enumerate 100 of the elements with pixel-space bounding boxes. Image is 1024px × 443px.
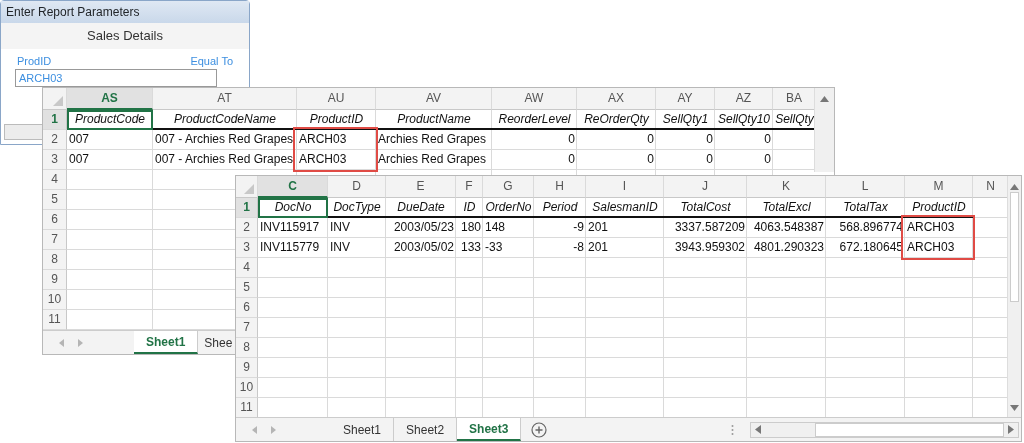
row-header[interactable]: 10 [43,290,67,310]
column-header[interactable]: AV [376,88,492,110]
window-title: Enter Report Parameters [1,1,249,23]
header-cell: Period [534,198,586,218]
vertical-scrollbar[interactable] [814,88,834,172]
table-cell-text: 4063.548387 [752,219,825,236]
row-header[interactable]: 6 [43,210,67,230]
input-field[interactable]: ARCH03 [15,69,217,87]
row-header[interactable]: 4 [43,170,67,190]
header-cell: ProductCodeName [153,110,297,130]
row-header[interactable]: 11 [236,398,258,417]
row-header[interactable]: 2 [43,130,67,150]
previous-sheet-icon[interactable] [252,425,257,434]
column-header[interactable]: AZ [715,88,773,110]
table-cell-text: 2003/05/23 [392,219,455,236]
row-header[interactable]: 1 [236,198,258,218]
table-cell-text: 2003/05/02 [392,239,455,256]
splitter-handle-icon[interactable] [731,423,734,436]
table-cell-text: 0 [763,151,772,168]
table-cell-text: 0 [705,131,714,148]
table-cell-text: 0 [567,131,576,148]
column-header[interactable]: G [483,176,534,198]
table-cell-text: 007 - Archies Red Grapes [154,131,295,148]
row-header[interactable]: 5 [236,278,258,298]
table-cell-text: 0 [705,151,714,168]
corner-cell[interactable] [236,176,258,198]
table-cell-text: 133 [459,239,482,256]
header-cell: OrderNo [483,198,534,218]
column-header[interactable]: AU [297,88,376,110]
row-header[interactable]: 5 [43,190,67,210]
previous-sheet-icon[interactable] [59,338,64,347]
row-header[interactable]: 10 [236,378,258,398]
row-header[interactable]: 7 [236,318,258,338]
row-header[interactable]: 1 [43,110,67,130]
operator-label: Equal To [190,53,233,69]
row-header[interactable]: 6 [236,298,258,318]
row-header[interactable]: 3 [236,238,258,258]
row-header[interactable]: 11 [43,310,67,330]
header-cell: ProductID [905,198,973,218]
table-cell-text: 0 [646,151,655,168]
row-header[interactable]: 9 [43,270,67,290]
row-header[interactable]: 4 [236,258,258,278]
header-cell: ProductName [376,110,492,130]
column-header[interactable]: C [258,176,328,198]
row-header[interactable]: 7 [43,230,67,250]
column-header[interactable]: I [586,176,664,198]
column-header[interactable]: AW [492,88,577,110]
corner-triangle-icon [244,184,254,194]
plus-circle-icon [531,421,548,438]
header-cell: TotalTax [826,198,905,218]
row-header[interactable]: 2 [236,218,258,238]
table-cell-text: 3943.959302 [673,239,746,256]
header-cell: ID [456,198,483,218]
column-header[interactable]: M [905,176,973,198]
table-cell-text: Archies Red Grapes [377,151,488,168]
column-header[interactable]: AX [577,88,656,110]
scroll-right-icon[interactable] [1008,425,1014,434]
table-cell-text: ARCH03 [906,219,956,236]
scroll-down-icon[interactable] [1010,405,1019,411]
row-header[interactable]: 9 [236,358,258,378]
table-cell-text: 568.896774 [838,219,904,236]
table-cell-text: 148 [484,219,507,236]
sheet-tab[interactable]: Sheet1 [331,418,395,441]
column-header[interactable]: AT [153,88,297,110]
column-header[interactable]: J [664,176,747,198]
sheet-tab[interactable]: Sheet1 [134,331,199,354]
column-header[interactable]: K [747,176,826,198]
table-cell-text: 180 [459,219,482,236]
column-header[interactable]: E [386,176,456,198]
column-header[interactable]: F [456,176,483,198]
scroll-thumb[interactable] [815,422,1004,437]
header-cell: DueDate [386,198,456,218]
next-sheet-icon[interactable] [271,425,276,434]
header-cell: TotalCost [664,198,747,218]
column-header[interactable]: BA [773,88,814,110]
table-cell-text: -9 [572,219,585,236]
header-cell: ReorderLevel [492,110,577,130]
horizontal-scrollbar[interactable] [750,421,1019,438]
column-header[interactable]: L [826,176,905,198]
vertical-scrollbar[interactable] [1007,176,1021,417]
row-header[interactable]: 8 [236,338,258,358]
sheet-tab[interactable]: Sheet3 [457,418,522,441]
table-cell-text: INV [329,239,351,256]
column-header[interactable]: AS [67,88,153,110]
header-cell: DocNo [258,198,328,218]
corner-cell[interactable] [43,88,67,110]
scroll-up-icon[interactable] [820,96,829,102]
scroll-thumb[interactable] [1009,192,1020,302]
table-cell-text: 3337.587209 [673,219,746,236]
table-cell-text: 4801.290323 [752,239,825,256]
column-header[interactable]: D [328,176,386,198]
next-sheet-icon[interactable] [78,338,83,347]
row-header[interactable]: 3 [43,150,67,170]
scroll-left-icon[interactable] [755,425,761,434]
column-header[interactable]: N [973,176,1007,198]
column-header[interactable]: AY [656,88,715,110]
column-header[interactable]: H [534,176,586,198]
sheet-tab[interactable]: Shee [198,331,236,354]
scroll-up-icon[interactable] [1010,184,1019,190]
row-header[interactable]: 8 [43,250,67,270]
